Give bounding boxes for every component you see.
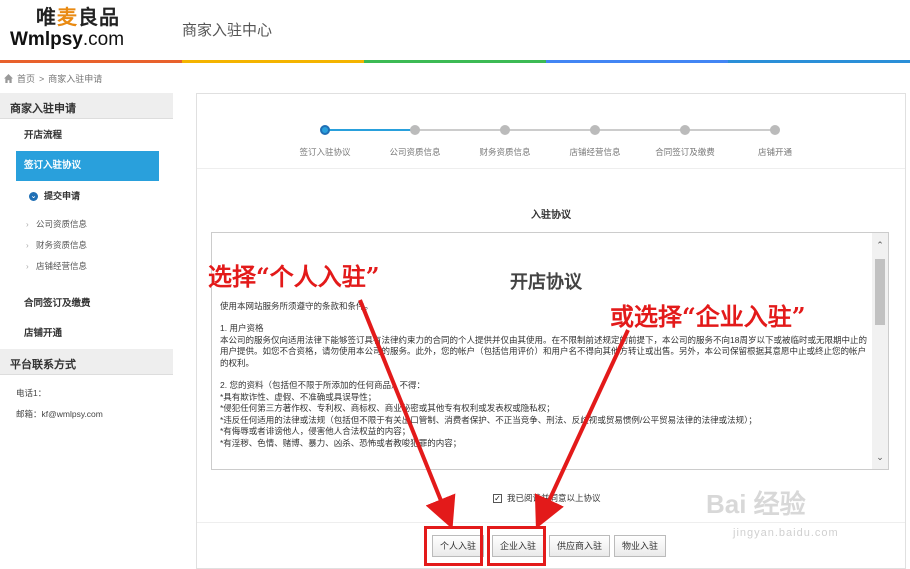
step-connector (325, 129, 415, 131)
agreement-clause-line: *有侮辱或者诽谤他人，侵害他人合法权益的内容； (220, 426, 411, 436)
chevron-right-icon: › (26, 241, 29, 250)
color-bar-segment (546, 60, 728, 63)
chevron-right-icon: › (26, 220, 29, 229)
baidu-watermark-url: jingyan.baidu.com (733, 527, 839, 539)
agree-checkbox-label: 我已阅读并同意以上协议 (507, 493, 601, 503)
chevron-right-icon: › (26, 262, 29, 271)
property-entry-button[interactable]: 物业入驻 (614, 535, 667, 557)
annotation-choose-enterprise: 或选择“企业入驻” (610, 302, 806, 331)
baidu-watermark: Bai 经验 (706, 489, 806, 519)
step-dot (320, 125, 330, 135)
breadcrumb-separator: > (39, 73, 45, 84)
agreement-clause-line: *侵犯任何第三方著作权、专利权、商标权、商业秘密或其他专有权利或发表权或隐私权； (220, 403, 555, 413)
sidebar-item-finance-info[interactable]: › 财务资质信息 (0, 235, 173, 256)
chevron-down-icon: ⌄ (29, 192, 38, 201)
agreement-clause-line: *有淫秽、色情、赌博、暴力、凶杀、恐怖或者教唆犯罪的内容； (220, 437, 462, 448)
step-label: 签订入驻协议 (299, 147, 351, 157)
step-label: 公司资质信息 (389, 147, 441, 157)
sidebar-item-shop-open[interactable]: 店铺开通 (0, 319, 173, 349)
agreement-section-title: 入驻协议 (531, 210, 571, 221)
agreement-clause-body: 本公司的服务仅向适用法律下能够签订具有法律约束力的合同的个人提供并仅由其使用。在… (220, 334, 867, 368)
step-connector (595, 129, 685, 131)
highlight-enterprise-button (487, 526, 546, 566)
sidebar-item-label: 财务资质信息 (36, 240, 88, 250)
step-connector (415, 129, 505, 131)
sidebar-item-shop-info[interactable]: › 店铺经营信息 (0, 256, 173, 277)
step-dot (500, 125, 510, 135)
agree-checkbox-row[interactable]: ✓ 我已阅读并同意以上协议 (493, 492, 601, 504)
agreement-clause-line: *具有欺诈性、虚假、不准确或具误导性； (220, 391, 377, 402)
color-bar-segment (182, 60, 364, 63)
step-dot (410, 125, 420, 135)
color-bar-segment (364, 60, 546, 63)
highlight-personal-button (424, 526, 483, 566)
annotation-choose-personal: 选择“个人入驻” (208, 262, 380, 291)
sidebar-item-label: 店铺经营信息 (36, 261, 88, 271)
agreement-clause-title: 2. 您的资料（包括但不限于所添加的任何商品）不得： (220, 380, 425, 390)
sidebar: 商家入驻申请 开店流程 签订入驻协议 ⌄ 提交申请 › 公司资质信息 › 财务资质信… (0, 93, 173, 425)
contact-phone: 电话1： (16, 388, 47, 398)
breadcrumb-current: 商家入驻申请 (48, 74, 103, 84)
contact-email: 邮箱：kf@wmlpsy.com (16, 409, 103, 419)
supplier-entry-button[interactable]: 供应商入驻 (549, 535, 611, 557)
sidebar-item-open-process[interactable]: 开店流程 (0, 121, 173, 151)
step-label: 店铺开通 (757, 147, 793, 157)
sidebar-item-label: 提交申请 (44, 191, 81, 201)
logo-cn: 唯麦良品 (36, 7, 120, 29)
sidebar-item-company-info[interactable]: › 公司资质信息 (0, 214, 173, 235)
logo-en: Wmlpsy.com (10, 29, 125, 50)
step-label: 财务资质信息 (479, 147, 531, 157)
color-bar-segment (0, 60, 182, 63)
scroll-up-icon[interactable]: ⌃ (872, 237, 888, 253)
step-label: 合同签订及缴费 (655, 147, 715, 157)
agreement-scrollbar[interactable]: ⌃ ⌄ (872, 233, 888, 469)
step-dot (770, 125, 780, 135)
sidebar-item-label: 公司资质信息 (36, 219, 88, 229)
step-connector (685, 129, 775, 131)
page-title: 商家入驻中心 (182, 22, 273, 39)
header-color-bar (0, 60, 910, 63)
home-icon (4, 74, 13, 83)
agreement-clause-line: *违反任何适用的法律或法规（包括但不限于有关出口管制、消费者保护、不正当竞争、刑… (220, 414, 757, 425)
color-bar-segment (728, 60, 910, 63)
sidebar-section-contact: 平台联系方式 (0, 349, 173, 375)
step-label: 店铺经营信息 (569, 147, 621, 157)
site-header: 唯麦良品 Wmlpsy.com 商家入驻中心 (0, 0, 910, 63)
sidebar-item-sign-agreement[interactable]: 签订入驻协议 (16, 151, 159, 181)
sidebar-item-contract-fee[interactable]: 合同签订及缴费 (0, 289, 173, 319)
site-logo[interactable]: 唯麦良品 Wmlpsy.com (10, 6, 140, 50)
breadcrumb-home[interactable]: 首页 (17, 72, 35, 85)
sidebar-section-apply: 商家入驻申请 (0, 93, 173, 119)
scroll-down-icon[interactable]: ⌄ (872, 449, 888, 465)
step-dot (590, 125, 600, 135)
sidebar-item-submit-application[interactable]: ⌄ 提交申请 (0, 185, 173, 208)
agree-checkbox[interactable]: ✓ (493, 493, 502, 503)
breadcrumb: 首页 > 商家入驻申请 (4, 72, 102, 85)
scroll-thumb[interactable] (875, 259, 885, 325)
progress-steps: 签订入驻协议 公司资质信息 财务资质信息 店铺经营信息 合同签订及缴费 店铺开通 (197, 94, 905, 169)
step-connector (505, 129, 595, 131)
step-dot (680, 125, 690, 135)
